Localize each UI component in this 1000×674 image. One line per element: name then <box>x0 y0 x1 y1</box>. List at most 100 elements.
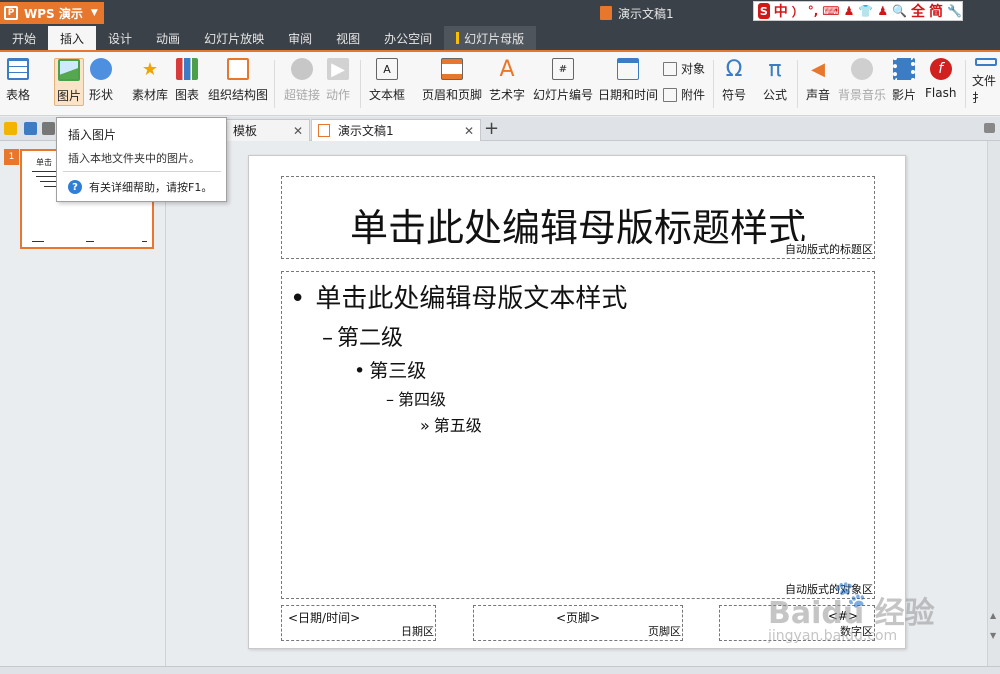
watermark-brand: Baidu 经验 <box>768 596 935 631</box>
ime-settings-icon[interactable]: 🔧 <box>947 4 962 18</box>
material-library-label: 素材库 <box>132 88 169 102</box>
window-options-icon[interactable] <box>984 123 995 133</box>
chevron-down-icon: ▼ <box>90 8 98 18</box>
ime-toolbox-icon[interactable]: ♟ <box>877 4 888 18</box>
action-button[interactable]: ▶ 动作 <box>326 58 350 106</box>
scroll-up-icon[interactable]: ▲ <box>990 611 998 620</box>
wps-app-menu-button[interactable]: P WPS 演示 ▼ <box>0 2 104 24</box>
chart-button[interactable]: 图表 <box>175 58 199 106</box>
date-time-label: 日期和时间 <box>598 88 659 102</box>
scroll-down-icon[interactable]: ▼ <box>990 631 998 640</box>
ime-toolbar[interactable]: S 中 ） °, ⌨ ♟ 👕 ♟ 🔍 全 简 🔧 <box>753 1 963 21</box>
menu-office-space[interactable]: 办公空间 <box>372 26 444 50</box>
ime-user-icon[interactable]: ♟ <box>844 4 855 18</box>
material-library-button[interactable]: ★ 素材库 <box>132 58 168 106</box>
thumbnail-line <box>44 186 56 187</box>
ime-punctuation-icon[interactable]: °, <box>808 4 819 18</box>
picture-tooltip: 插入图片 插入本地文件夹中的图片。 ? 有关详细帮助，请按F1。 <box>56 117 227 202</box>
date-time-button[interactable]: 日期和时间 <box>598 58 658 106</box>
vertical-scrollbar[interactable]: ▲ ▼ <box>987 141 1000 666</box>
movie-label: 影片 <box>892 88 917 102</box>
ime-simplified-toggle[interactable]: 简 <box>929 1 943 21</box>
org-chart-icon <box>227 58 249 80</box>
menu-slide-master[interactable]: 幻灯片母版 <box>444 26 537 50</box>
movie-button[interactable]: 影片 <box>892 58 916 106</box>
text-level-5[interactable]: » 第五级 <box>420 412 482 436</box>
text-level-1[interactable]: • 单击此处编辑母版文本样式 <box>290 278 627 315</box>
tab-template-label: 模板 <box>233 124 258 138</box>
close-icon[interactable]: ✕ <box>464 124 474 138</box>
object-button[interactable]: 对象 <box>663 60 705 77</box>
header-footer-label: 页眉和页脚 <box>422 88 483 102</box>
flash-icon: f <box>929 58 952 80</box>
background-music-label: 背景音乐 <box>838 88 887 102</box>
help-icon: ? <box>68 180 82 194</box>
menu-home[interactable]: 开始 <box>0 26 48 50</box>
textbox-button[interactable]: A 文本框 <box>369 58 405 106</box>
presentation-file-icon <box>600 6 612 20</box>
open-folder-icon[interactable] <box>4 122 17 135</box>
sound-button[interactable]: ◀ 声音 <box>806 58 830 106</box>
footer-placeholder[interactable]: <页脚> 页脚区 <box>473 605 683 641</box>
org-chart-button[interactable]: 组织结构图 <box>208 58 268 106</box>
background-music-button[interactable]: 背景音乐 <box>838 58 886 106</box>
film-icon <box>893 58 915 80</box>
file-button[interactable]: 文件扌 <box>972 58 1000 106</box>
title-area-label: 自动版式的标题区 <box>783 241 873 257</box>
shape-icon <box>90 58 112 80</box>
dash-bullet-icon: – <box>386 390 394 409</box>
date-placeholder[interactable]: <日期/时间> 日期区 <box>281 605 436 641</box>
menu-slideshow[interactable]: 幻灯片放映 <box>192 26 276 50</box>
body-placeholder[interactable]: • 单击此处编辑母版文本样式 – 第二级 • 第三级 – 第四级 » 第五级 自动版式的对… <box>281 271 875 599</box>
text-level-2[interactable]: – 第二级 <box>322 320 403 352</box>
menu-animation[interactable]: 动画 <box>144 26 192 50</box>
menu-view[interactable]: 视图 <box>324 26 372 50</box>
text-level-3[interactable]: • 第三级 <box>354 356 426 383</box>
ime-keyboard-icon[interactable]: ⌨ <box>822 4 839 18</box>
header-footer-button[interactable]: 页眉和页脚 <box>422 58 482 106</box>
window-title: 演示文稿1 <box>600 0 674 26</box>
tab-document[interactable]: 演示文稿1 ✕ <box>311 119 481 141</box>
symbol-button[interactable]: Ω 符号 <box>722 56 746 106</box>
tooltip-help-text: 有关详细帮助，请按F1。 <box>89 181 213 194</box>
menu-insert[interactable]: 插入 <box>48 26 97 50</box>
menu-review[interactable]: 审阅 <box>276 26 324 50</box>
close-icon[interactable]: ✕ <box>293 124 303 138</box>
ime-fullwidth-toggle[interactable]: 全 <box>911 1 925 21</box>
formula-button[interactable]: π 公式 <box>763 57 787 106</box>
thumbnail-line <box>86 241 94 242</box>
save-icon[interactable] <box>24 122 37 135</box>
menu-design[interactable]: 设计 <box>96 26 144 50</box>
footer-area-label: 页脚区 <box>646 623 681 639</box>
text-level-4[interactable]: – 第四级 <box>386 386 446 410</box>
ime-mode-chinese[interactable]: 中 <box>774 1 788 21</box>
title-placeholder[interactable]: 单击此处编辑母版标题样式 自动版式的标题区 <box>281 176 875 259</box>
flash-button[interactable]: f Flash <box>925 58 956 106</box>
text-level-2-label: 第二级 <box>337 326 404 351</box>
slide-master-canvas[interactable]: 单击此处编辑母版标题样式 自动版式的标题区 • 单击此处编辑母版文本样式 – 第二级… <box>248 155 906 649</box>
attachment-icon <box>663 87 677 102</box>
add-tab-button[interactable]: + <box>484 118 499 139</box>
ime-skin-icon[interactable]: 👕 <box>858 4 873 18</box>
sogou-logo-icon[interactable]: S <box>758 3 770 19</box>
bullet-icon: • <box>290 284 306 314</box>
table-label: 表格 <box>6 88 31 102</box>
star-icon: ★ <box>141 58 159 80</box>
ime-search-icon[interactable]: 🔍 <box>892 4 907 18</box>
omega-icon: Ω <box>725 56 743 82</box>
shape-button[interactable]: 形状 <box>89 58 113 106</box>
attachment-button[interactable]: 附件 <box>663 86 705 103</box>
ime-moon-icon[interactable]: ） <box>792 3 804 20</box>
table-button[interactable]: 表格 <box>6 58 30 106</box>
wordart-button[interactable]: A 艺术字 <box>489 56 525 106</box>
hyperlink-button[interactable]: 超链接 <box>284 58 320 106</box>
picture-button[interactable]: 图片 <box>54 58 85 106</box>
print-icon[interactable] <box>42 122 55 135</box>
slide-number-button[interactable]: # 幻灯片编号 <box>533 58 593 106</box>
disc-icon <box>851 58 873 80</box>
ribbon-separator <box>965 60 966 108</box>
status-bar <box>0 666 1000 674</box>
file-label: 文件扌 <box>972 74 997 105</box>
menu-slide-master-label: 幻灯片母版 <box>464 31 525 46</box>
wordart-icon: A <box>499 56 515 82</box>
